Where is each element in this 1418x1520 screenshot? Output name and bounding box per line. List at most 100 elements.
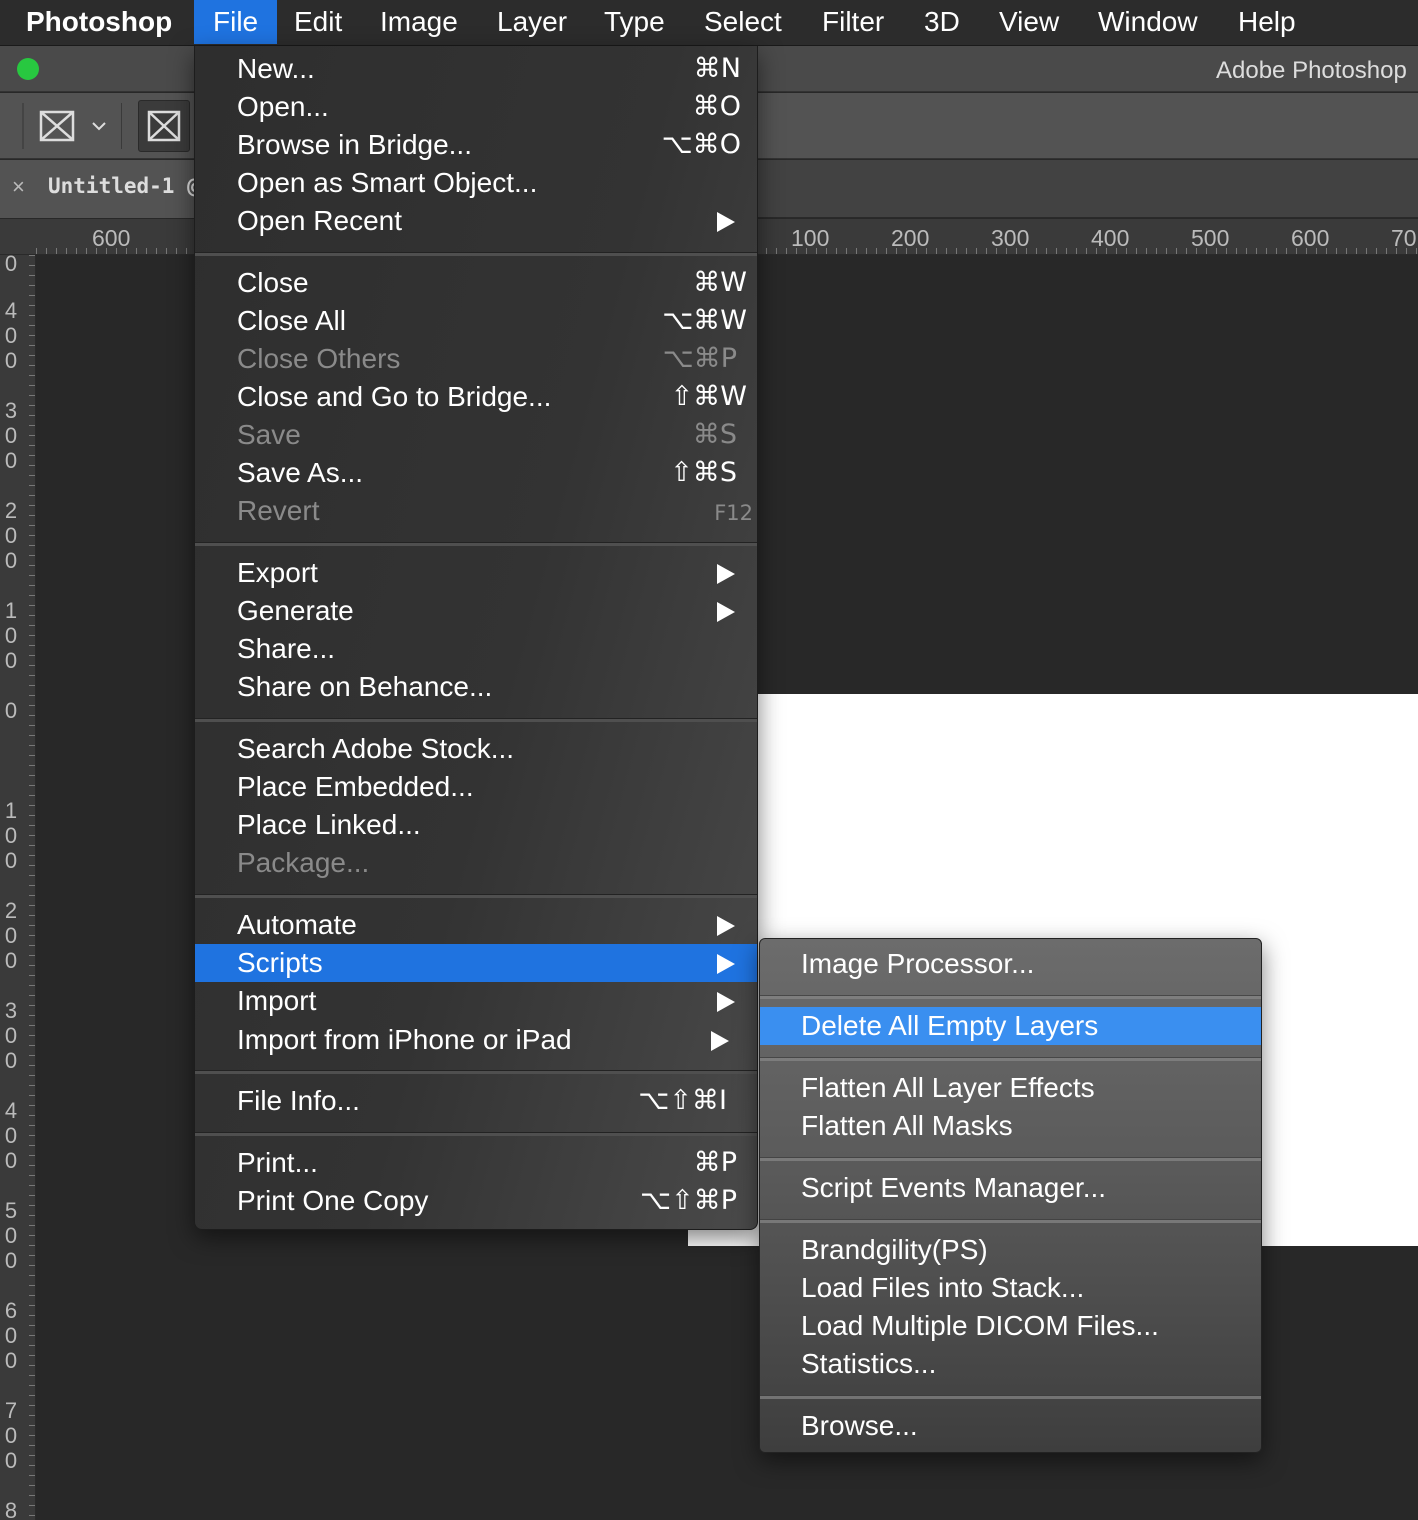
file-menu-item-file-info[interactable]: File Info... ⌥⇧⌘I	[195, 1082, 757, 1120]
ruler-label: 0	[4, 255, 18, 276]
vertical-ruler[interactable]: 0 400 300 200 100 0 100 200 300 400 500 600 700 8	[0, 255, 36, 1520]
scripts-menu-item-load-files-into-stack[interactable]: Load Files into Stack...	[760, 1269, 1261, 1307]
ruler-tick	[29, 1355, 35, 1356]
file-menu-item-share-on-behance[interactable]: Share on Behance...	[195, 668, 757, 706]
ruler-tick	[136, 248, 137, 254]
ruler-tick	[836, 248, 837, 254]
app-menu-photoshop[interactable]: Photoshop	[26, 0, 172, 44]
file-menu-item-close-all[interactable]: Close All ⌥⌘W	[195, 302, 757, 340]
ruler-tick	[1356, 248, 1357, 254]
file-menu-item-scripts[interactable]: Scripts	[195, 944, 757, 982]
menu-type[interactable]: Type	[604, 0, 665, 44]
file-menu-item-place-embedded[interactable]: Place Embedded...	[195, 768, 757, 806]
ruler-tick	[29, 1205, 35, 1206]
ruler-tick	[1256, 248, 1257, 254]
ruler-tick	[1136, 248, 1137, 254]
scripts-menu-item-statistics[interactable]: Statistics...	[760, 1345, 1261, 1383]
ruler-tick	[29, 1305, 35, 1306]
menu-image[interactable]: Image	[380, 0, 458, 44]
file-menu-item-export[interactable]: Export	[195, 554, 757, 592]
shortcut-label: ⌥⌘W	[662, 305, 747, 336]
menu-3d[interactable]: 3D	[924, 0, 960, 44]
ruler-tick	[29, 965, 35, 966]
ruler-label: 500	[4, 1198, 18, 1273]
menu-item-label: Print One Copy	[237, 1185, 429, 1216]
file-menu-item-generate[interactable]: Generate	[195, 592, 757, 630]
menu-edit[interactable]: Edit	[294, 0, 342, 44]
ruler-tick	[29, 1155, 35, 1156]
file-menu-item-import[interactable]: Import	[195, 982, 757, 1020]
scripts-menu-item-image-processor[interactable]: Image Processor...	[760, 945, 1261, 983]
file-menu-item-save-as[interactable]: Save As... ⇧⌘S	[195, 454, 757, 492]
shortcut-label: ⌘P	[693, 1147, 737, 1178]
menu-window[interactable]: Window	[1098, 0, 1198, 44]
ruler-tick	[29, 915, 35, 916]
menu-item-label: Statistics...	[801, 1348, 937, 1379]
toolbar-divider	[121, 103, 122, 149]
menu-item-label: Browse...	[801, 1410, 918, 1441]
file-menu-item-search-adobe-stock[interactable]: Search Adobe Stock...	[195, 730, 757, 768]
scripts-menu-item-script-events-manager[interactable]: Script Events Manager...	[760, 1169, 1261, 1207]
scripts-menu-item-browse[interactable]: Browse...	[760, 1407, 1261, 1445]
file-menu-item-save: Save ⌘S	[195, 416, 757, 454]
menu-layer[interactable]: Layer	[497, 0, 567, 44]
file-menu-item-open[interactable]: Open... ⌘O	[195, 88, 757, 126]
ruler-tick	[29, 675, 35, 676]
menu-item-label: Load Multiple DICOM Files...	[801, 1310, 1159, 1341]
scripts-menu-item-flatten-all-layer-effects[interactable]: Flatten All Layer Effects	[760, 1069, 1261, 1107]
file-menu-item-share[interactable]: Share...	[195, 630, 757, 668]
chevron-down-icon[interactable]	[90, 117, 108, 135]
document-tab[interactable]: × Untitled-1 @	[0, 160, 200, 218]
frame-tool-icon[interactable]	[38, 109, 76, 143]
menu-help[interactable]: Help	[1238, 0, 1296, 44]
file-menu-item-automate[interactable]: Automate	[195, 906, 757, 944]
file-menu-item-print[interactable]: Print... ⌘P	[195, 1144, 757, 1182]
menu-separator	[195, 894, 757, 898]
ruler-tick	[1236, 248, 1237, 254]
ruler-tick	[29, 715, 35, 716]
ruler-tick	[36, 248, 37, 254]
menu-item-label: Share on Behance...	[237, 671, 493, 702]
file-menu-item-close[interactable]: Close ⌘W	[195, 264, 757, 302]
file-menu: New... ⌘N Open... ⌘O Browse in Bridge... ⌥⌘O O…	[194, 46, 758, 1230]
ruler-tick	[29, 665, 35, 666]
ruler-tick	[29, 655, 35, 656]
ruler-tick	[29, 495, 35, 496]
ruler-tick	[29, 955, 35, 956]
ruler-tick	[1186, 248, 1187, 254]
ruler-tick	[29, 345, 35, 346]
menu-select[interactable]: Select	[704, 0, 782, 44]
menu-view[interactable]: View	[999, 0, 1059, 44]
ruler-tick	[29, 1395, 35, 1396]
file-menu-item-import-from-iphone-or-ipad[interactable]: Import from iPhone or iPad	[195, 1021, 757, 1059]
shortcut-label: ⌥⌘O	[661, 129, 741, 160]
ruler-tick	[1066, 248, 1067, 254]
menu-filter[interactable]: Filter	[822, 0, 884, 44]
file-menu-item-open-as-smart-object[interactable]: Open as Smart Object...	[195, 164, 757, 202]
file-menu-item-print-one-copy[interactable]: Print One Copy ⌥⇧⌘P	[195, 1182, 757, 1220]
ruler-tick	[29, 1325, 35, 1326]
ruler-tick	[29, 325, 35, 326]
scripts-menu-item-brandgility-ps[interactable]: Brandgility(PS)	[760, 1231, 1261, 1269]
ruler-tick	[766, 248, 767, 254]
ruler-tick	[936, 248, 937, 254]
file-menu-item-browse-in-bridge[interactable]: Browse in Bridge... ⌥⌘O	[195, 126, 757, 164]
triangle-right-icon	[717, 602, 735, 622]
ruler-label: 200	[891, 225, 930, 251]
file-menu-item-close-and-go-to-bridge[interactable]: Close and Go to Bridge... ⇧⌘W	[195, 378, 757, 416]
ruler-tick	[29, 1295, 35, 1296]
scripts-menu-item-flatten-all-masks[interactable]: Flatten All Masks	[760, 1107, 1261, 1145]
file-menu-item-new[interactable]: New... ⌘N	[195, 50, 757, 88]
menu-file[interactable]: File	[194, 0, 278, 44]
scripts-menu-item-delete-all-empty-layers[interactable]: Delete All Empty Layers	[760, 1007, 1261, 1045]
zoom-window-button[interactable]	[17, 58, 39, 80]
frame-tool-button[interactable]	[138, 100, 190, 152]
ruler-tick	[1376, 248, 1377, 254]
scripts-menu-item-load-multiple-dicom-files[interactable]: Load Multiple DICOM Files...	[760, 1307, 1261, 1345]
ruler-tick	[29, 1175, 35, 1176]
file-menu-item-place-linked[interactable]: Place Linked...	[195, 806, 757, 844]
close-tab-button[interactable]: ×	[12, 174, 25, 200]
frame-tool-icon	[147, 110, 181, 142]
file-menu-item-open-recent[interactable]: Open Recent	[195, 202, 757, 240]
ruler-label: 500	[1191, 225, 1230, 251]
